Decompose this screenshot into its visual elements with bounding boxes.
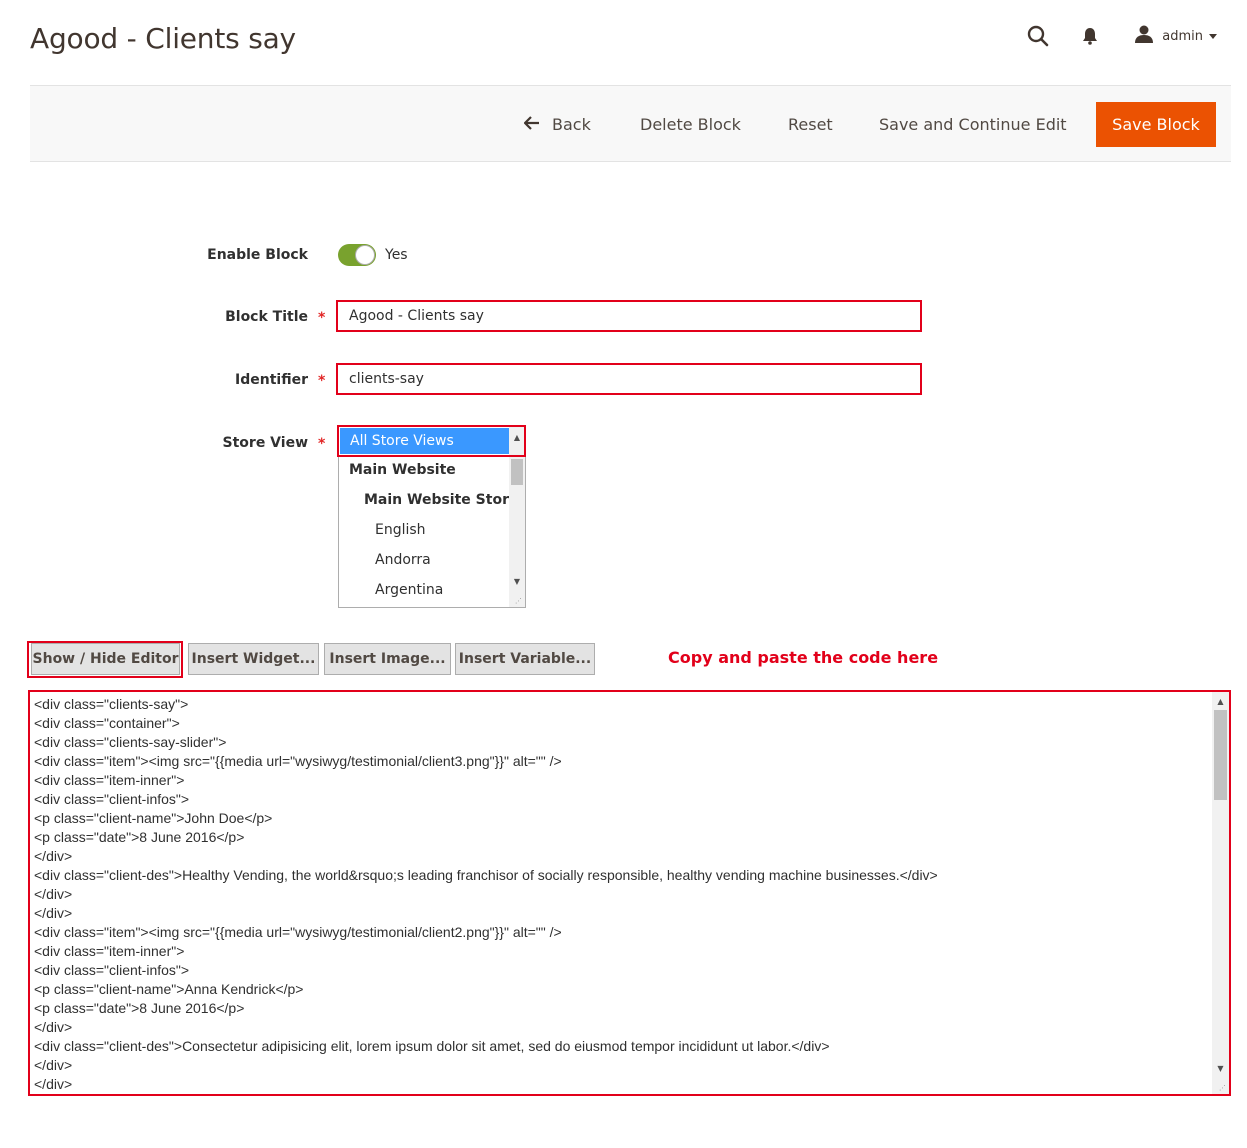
content-textarea[interactable]: <div class="clients-say"> <div class="co…	[28, 690, 1231, 1096]
scroll-up-icon[interactable]: ▲	[1212, 693, 1229, 709]
enable-block-label: Enable Block	[207, 247, 308, 263]
store-view-option-english[interactable]: English	[339, 515, 525, 545]
store-view-label: Store View	[222, 435, 308, 451]
store-view-option-main-website-store[interactable]: Main Website Store	[339, 485, 525, 515]
store-view-option-argentina[interactable]: Argentina	[339, 575, 525, 605]
toggle-knob	[355, 245, 375, 265]
scroll-down-icon[interactable]: ▼	[509, 573, 525, 589]
block-title-value: Agood - Clients say	[349, 308, 484, 324]
identifier-input[interactable]: clients-say	[336, 363, 922, 395]
paste-code-hint: Copy and paste the code here	[668, 648, 939, 667]
chevron-down-icon	[1209, 33, 1217, 39]
resize-grip-icon[interactable]: ⋰	[515, 597, 523, 605]
reset-button[interactable]: Reset	[788, 102, 833, 146]
back-label: Back	[552, 114, 591, 134]
enable-block-toggle[interactable]	[338, 244, 376, 266]
user-menu[interactable]: admin	[1134, 24, 1217, 48]
user-name: admin	[1162, 28, 1203, 44]
show-hide-editor-button[interactable]: Show / Hide Editor	[31, 643, 180, 675]
search-icon[interactable]	[1026, 24, 1050, 48]
required-mark: *	[318, 436, 326, 452]
required-mark: *	[318, 373, 326, 389]
scrollbar-thumb[interactable]	[511, 459, 523, 485]
store-view-option-main-website[interactable]: Main Website	[339, 455, 525, 485]
store-view-option-andorra[interactable]: Andorra	[339, 545, 525, 575]
store-view-multiselect[interactable]: All Store Views Main Website Main Websit…	[338, 426, 526, 608]
identifier-value: clients-say	[349, 371, 424, 387]
block-title-label: Block Title	[225, 309, 308, 325]
required-mark: *	[318, 310, 326, 326]
save-block-button[interactable]: Save Block	[1096, 102, 1216, 147]
insert-image-button[interactable]: Insert Image...	[324, 643, 451, 675]
scroll-up-icon[interactable]: ▲	[509, 429, 525, 445]
delete-block-button[interactable]: Delete Block	[640, 102, 741, 146]
store-view-option-all[interactable]: All Store Views	[340, 428, 524, 454]
enable-block-value: Yes	[385, 247, 408, 263]
resize-grip-icon[interactable]: ⋰	[1219, 1084, 1226, 1092]
page-actions-bar: Back Delete Block Reset Save and Continu…	[30, 85, 1231, 162]
header-actions: admin	[1026, 24, 1217, 48]
store-view-scrollbar[interactable]: ▲ ▼	[509, 427, 525, 607]
insert-variable-button[interactable]: Insert Variable...	[455, 643, 595, 675]
insert-widget-button[interactable]: Insert Widget...	[188, 643, 319, 675]
content-scrollbar[interactable]: ▲ ▼	[1212, 692, 1229, 1094]
bell-icon[interactable]	[1078, 24, 1102, 48]
page-title: Agood - Clients say	[30, 22, 296, 55]
content-code: <div class="clients-say"> <div class="co…	[34, 696, 938, 1092]
scrollbar-thumb[interactable]	[1214, 710, 1227, 800]
identifier-label: Identifier	[235, 372, 308, 388]
save-and-continue-button[interactable]: Save and Continue Edit	[879, 102, 1067, 146]
scroll-down-icon[interactable]: ▼	[1212, 1060, 1229, 1076]
arrow-left-icon	[523, 114, 540, 135]
block-title-input[interactable]: Agood - Clients say	[336, 300, 922, 332]
user-icon	[1134, 24, 1154, 48]
back-button[interactable]: Back	[523, 102, 591, 146]
